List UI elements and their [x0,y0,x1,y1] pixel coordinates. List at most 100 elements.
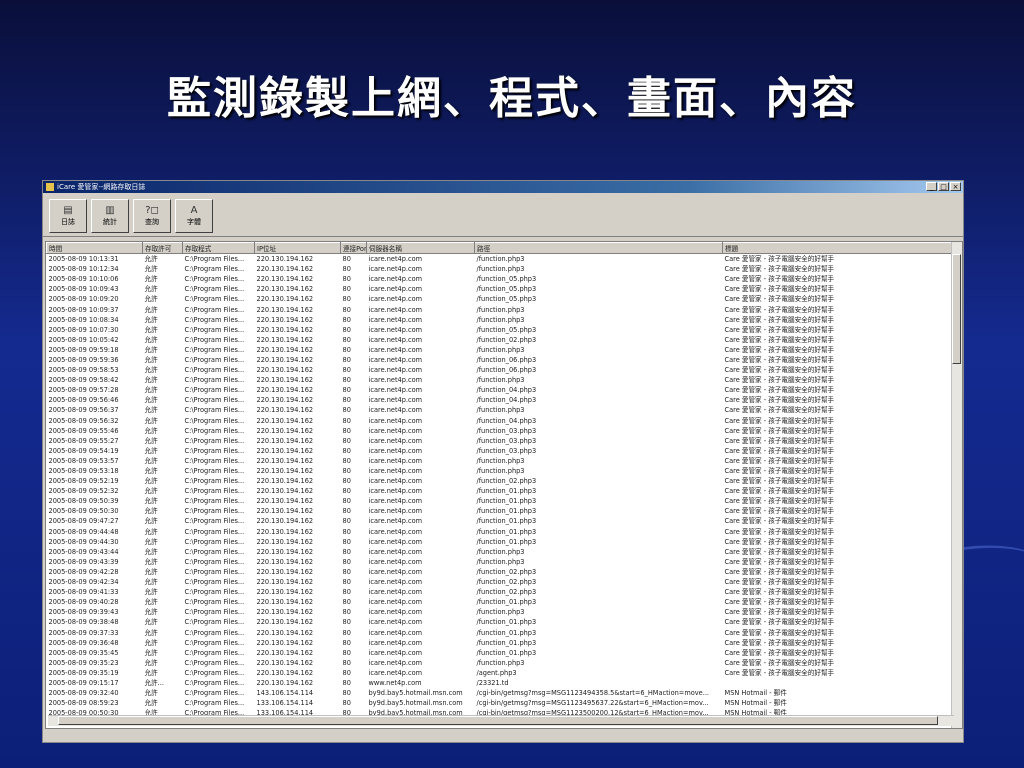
table-row[interactable]: 2005-08-09 09:58:42 允許 C:\Program Files...… [47,375,954,385]
table-cell: icare.net4p.com [368,305,423,314]
table-row[interactable]: 2005-08-09 09:35:19 允許 C:\Program Files...… [47,668,954,678]
vertical-scrollbar[interactable] [951,242,962,728]
column-header[interactable]: 存取許可 [142,242,183,254]
table-cell: 80 [342,497,351,506]
stats-button[interactable]: ▥ 統計 [91,199,129,233]
slide-title: 監測錄製上網、程式、畫面、內容 [167,73,857,124]
column-header[interactable]: 連接Port [340,242,367,254]
table-cell: /function_05.php3 [476,275,537,284]
table-row[interactable]: 2005-08-09 09:40:28 允許 C:\Program Files...… [47,597,954,607]
table-cell: /function_06.php3 [476,355,537,364]
table-cell: Care 愛管家 - 孩子電腦安全的好幫手 [724,366,835,375]
log-button-label: 日誌 [61,218,75,226]
table-cell: /function.php3 [476,376,525,385]
table-cell: 2005-08-09 10:09:20 [48,295,119,304]
maximize-button[interactable]: □ [938,182,949,191]
table-cell: Care 愛管家 - 孩子電腦安全的好幫手 [724,467,835,476]
table-cell: 220.130.194.162 [256,345,314,354]
column-header[interactable]: 時間 [46,242,143,254]
query-button[interactable]: ?◻ 查詢 [133,199,171,233]
column-header[interactable]: 路徑 [474,242,723,254]
table-cell: 80 [342,396,351,405]
table-cell: 80 [342,335,351,344]
table-cell: /function.php3 [476,547,525,556]
table-cell: icare.net4p.com [368,436,423,445]
table-row[interactable]: 2005-08-09 09:42:28 允許 C:\Program Files...… [47,567,954,577]
table-row[interactable]: 2005-08-09 09:41:33 允許 C:\Program Files...… [47,587,954,597]
table-row[interactable]: 2005-08-09 09:38:48 允許 C:\Program Files...… [47,617,954,627]
column-header[interactable]: 標題 [722,242,954,254]
table-cell: 220.130.194.162 [256,376,314,385]
table-row[interactable]: 2005-08-09 09:35:23 允許 C:\Program Files...… [47,658,954,668]
table-cell: icare.net4p.com [368,578,423,587]
table-cell: Care 愛管家 - 孩子電腦安全的好幫手 [724,517,835,526]
table-cell: 允許 [144,507,158,516]
table-row[interactable]: 2005-08-09 10:12:34 允許 C:\Program Files...… [47,264,954,274]
table-row[interactable]: 2005-08-09 10:09:37 允許 C:\Program Files...… [47,304,954,314]
close-button[interactable]: × [950,182,961,191]
log-button[interactable]: ▤ 日誌 [49,199,87,233]
table-row[interactable]: 2005-08-09 09:55:27 允許 C:\Program Files...… [47,436,954,446]
table-row[interactable]: 2005-08-09 09:56:37 允許 C:\Program Files...… [47,405,954,415]
table-row[interactable]: 2005-08-09 09:15:17 允許... C:\Program Files… [47,678,954,688]
table-cell: Care 愛管家 - 孩子電腦安全的好幫手 [724,355,835,364]
table-cell: Care 愛管家 - 孩子電腦安全的好幫手 [724,477,835,486]
table-cell: 允許 [144,426,158,435]
table-cell: 220.130.194.162 [256,507,314,516]
table-cell: 220.130.194.162 [256,366,314,375]
table-row[interactable]: 2005-08-09 09:50:30 允許 C:\Program Files...… [47,506,954,516]
horizontal-scroll-thumb[interactable] [58,716,938,725]
table-row[interactable]: 2005-08-09 09:57:28 允許 C:\Program Files...… [47,385,954,395]
column-header[interactable]: IP位址 [254,242,341,254]
horizontal-scrollbar[interactable] [48,715,954,726]
table-row[interactable]: 2005-08-09 09:50:39 允許 C:\Program Files...… [47,496,954,506]
table-row[interactable]: 2005-08-09 09:35:45 允許 C:\Program Files...… [47,648,954,658]
table-row[interactable]: 2005-08-09 09:36:48 允許 C:\Program Files...… [47,638,954,648]
table-cell: 2005-08-09 09:39:43 [48,608,119,617]
table-row[interactable]: 2005-08-09 10:05:42 允許 C:\Program Files...… [47,335,954,345]
table-cell: 允許 [144,275,158,284]
table-row[interactable]: 2005-08-09 10:08:34 允許 C:\Program Files...… [47,315,954,325]
minimize-button[interactable]: _ [926,182,937,191]
table-row[interactable]: 2005-08-09 09:59:36 允許 C:\Program Files...… [47,355,954,365]
table-row[interactable]: 2005-08-09 09:43:44 允許 C:\Program Files...… [47,547,954,557]
table-row[interactable]: 2005-08-09 09:39:43 允許 C:\Program Files...… [47,607,954,617]
table-row[interactable]: 2005-08-09 09:56:32 允許 C:\Program Files...… [47,416,954,426]
table-row[interactable]: 2005-08-09 09:55:46 允許 C:\Program Files...… [47,426,954,436]
table-cell: icare.net4p.com [368,426,423,435]
table-cell: 220.130.194.162 [256,497,314,506]
table-cell: /function_03.php3 [476,426,537,435]
table-cell: 220.130.194.162 [256,456,314,465]
table-row[interactable]: 2005-08-09 10:09:20 允許 C:\Program Files...… [47,294,954,304]
table-row[interactable]: 2005-08-09 09:42:34 允許 C:\Program Files...… [47,577,954,587]
vertical-scroll-thumb[interactable] [952,254,961,364]
table-cell: 允許 [144,689,158,698]
table-row[interactable]: 2005-08-09 10:07:30 允許 C:\Program Files...… [47,325,954,335]
table-cell: icare.net4p.com [368,275,423,284]
table-row[interactable]: 2005-08-09 10:09:43 允許 C:\Program Files...… [47,284,954,294]
table-row[interactable]: 2005-08-09 08:59:23 允許 C:\Program Files...… [47,698,954,708]
table-row[interactable]: 2005-08-09 09:32:40 允許 C:\Program Files...… [47,688,954,698]
column-header[interactable]: 伺服器名稱 [366,242,475,254]
table-row[interactable]: 2005-08-09 09:56:46 允許 C:\Program Files...… [47,395,954,405]
column-header[interactable]: 存取程式 [182,242,255,254]
table-row[interactable]: 2005-08-09 09:52:19 允許 C:\Program Files...… [47,476,954,486]
font-button[interactable]: A 字體 [175,199,213,233]
table-row[interactable]: 2005-08-09 09:47:27 允許 C:\Program Files...… [47,516,954,526]
table-row[interactable]: 2005-08-09 09:44:30 允許 C:\Program Files...… [47,537,954,547]
table-row[interactable]: 2005-08-09 09:58:53 允許 C:\Program Files...… [47,365,954,375]
table-row[interactable]: 2005-08-09 10:10:06 允許 C:\Program Files...… [47,274,954,284]
table-row[interactable]: 2005-08-09 09:54:19 允許 C:\Program Files...… [47,446,954,456]
table-cell: Care 愛管家 - 孩子電腦安全的好幫手 [724,436,835,445]
table-row[interactable]: 2005-08-09 09:43:39 允許 C:\Program Files...… [47,557,954,567]
table-row[interactable]: 2005-08-09 09:37:33 允許 C:\Program Files...… [47,627,954,637]
table-row[interactable]: 2005-08-09 09:59:18 允許 C:\Program Files...… [47,345,954,355]
table-row[interactable]: 2005-08-09 09:53:57 允許 C:\Program Files...… [47,456,954,466]
table-cell: www.net4p.com [368,678,422,687]
table-row[interactable]: 2005-08-09 09:53:18 允許 C:\Program Files...… [47,466,954,476]
table-cell: icare.net4p.com [368,467,423,476]
table-row[interactable]: 2005-08-09 09:52:32 允許 C:\Program Files...… [47,486,954,496]
window-titlebar[interactable]: iCare 愛管家--網路存取日誌 _ □ × [43,181,963,193]
table-row[interactable]: 2005-08-09 09:44:48 允許 C:\Program Files...… [47,527,954,537]
table-row[interactable]: 2005-08-09 10:13:31 允許 C:\Program Files...… [47,254,954,265]
